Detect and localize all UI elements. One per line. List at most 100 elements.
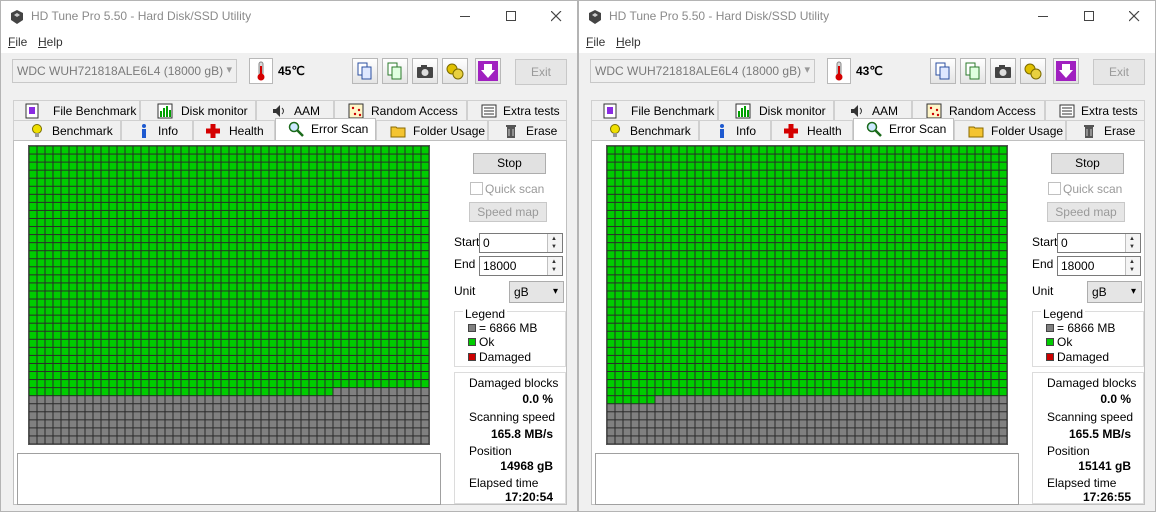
title-bar[interactable]: HD Tune Pro 5.50 - Hard Disk/SSD Utility bbox=[1, 1, 577, 31]
scan-block-ok bbox=[101, 178, 109, 186]
tab-erase[interactable]: Erase bbox=[1066, 120, 1145, 140]
tab-folder-usage[interactable]: Folder Usage bbox=[954, 120, 1066, 140]
scan-block-ok bbox=[623, 355, 631, 363]
scan-block-pending bbox=[935, 436, 943, 444]
speed-map-button[interactable]: Speed map bbox=[1047, 202, 1125, 222]
scan-log-box[interactable] bbox=[17, 453, 441, 505]
tab-error-scan[interactable]: Error Scan bbox=[275, 118, 376, 140]
scan-block-ok bbox=[727, 380, 735, 388]
drive-select[interactable]: WDC WUH721818ALE6L4 (18000 gB) ▾ bbox=[590, 59, 815, 83]
tab-disk-monitor[interactable]: Disk monitor bbox=[140, 100, 256, 120]
tab-random-access[interactable]: Random Access bbox=[912, 100, 1045, 120]
exit-button[interactable]: Exit bbox=[1093, 59, 1145, 85]
unit-select[interactable]: gB ▾ bbox=[1087, 281, 1142, 303]
scan-block-ok bbox=[631, 291, 639, 299]
tab-erase[interactable]: Erase bbox=[488, 120, 567, 140]
tab-extra-tests[interactable]: Extra tests bbox=[1045, 100, 1145, 120]
stop-button[interactable]: Stop bbox=[473, 153, 546, 174]
scan-block-ok bbox=[141, 178, 149, 186]
scan-block-ok bbox=[349, 170, 357, 178]
error-scan-map bbox=[606, 145, 1008, 445]
copy-info-button[interactable] bbox=[352, 58, 378, 84]
screenshot-button[interactable] bbox=[412, 58, 438, 84]
scan-block-ok bbox=[309, 339, 317, 347]
minimize-button[interactable] bbox=[1020, 1, 1066, 31]
tab-info[interactable]: Info bbox=[699, 120, 771, 140]
options-button[interactable] bbox=[442, 58, 468, 84]
scan-block-ok bbox=[927, 154, 935, 162]
spin-arrows-icon[interactable]: ▲ ▼ bbox=[547, 257, 562, 275]
tab-health[interactable]: Health bbox=[193, 120, 275, 140]
save-button[interactable] bbox=[475, 58, 501, 84]
tab-health[interactable]: Health bbox=[771, 120, 853, 140]
unit-select[interactable]: gB ▾ bbox=[509, 281, 564, 303]
close-button[interactable] bbox=[533, 1, 577, 31]
scan-block-pending bbox=[173, 428, 181, 436]
copy-info-button[interactable] bbox=[930, 58, 956, 84]
menu-help[interactable]: Help bbox=[616, 35, 641, 49]
drive-select[interactable]: WDC WUH721818ALE6L4 (18000 gB) ▾ bbox=[12, 59, 237, 83]
scan-block-ok bbox=[261, 243, 269, 251]
spin-arrows-icon[interactable]: ▲ ▼ bbox=[547, 234, 562, 252]
menu-help[interactable]: Help bbox=[38, 35, 63, 49]
scan-block-ok bbox=[719, 235, 727, 243]
scan-block-ok bbox=[783, 299, 791, 307]
tab-aam[interactable]: AAM bbox=[834, 100, 912, 120]
scan-block-ok bbox=[301, 202, 309, 210]
tab-error-scan[interactable]: Error Scan bbox=[853, 118, 954, 140]
tab-benchmark[interactable]: Benchmark bbox=[591, 120, 699, 140]
scan-block-ok bbox=[389, 347, 397, 355]
screenshot-button[interactable] bbox=[990, 58, 1016, 84]
scan-block-ok bbox=[759, 275, 767, 283]
spin-arrows-icon[interactable]: ▲ ▼ bbox=[1125, 234, 1140, 252]
tab-disk-monitor[interactable]: Disk monitor bbox=[718, 100, 834, 120]
scan-block-ok bbox=[959, 243, 967, 251]
end-input[interactable]: 18000 ▲ ▼ bbox=[479, 256, 563, 276]
tab-file-benchmark[interactable]: File Benchmark bbox=[13, 100, 140, 120]
tab-file-benchmark[interactable]: File Benchmark bbox=[591, 100, 718, 120]
options-button[interactable] bbox=[1020, 58, 1046, 84]
scan-log-box[interactable] bbox=[595, 453, 1019, 505]
tab-extra-tests[interactable]: Extra tests bbox=[467, 100, 567, 120]
start-input[interactable]: 0 ▲ ▼ bbox=[1057, 233, 1141, 253]
scan-block-ok bbox=[173, 275, 181, 283]
quick-scan-checkbox[interactable] bbox=[470, 182, 483, 195]
tab-benchmark[interactable]: Benchmark bbox=[13, 120, 121, 140]
maximize-button[interactable] bbox=[1066, 1, 1112, 31]
end-input[interactable]: 18000 ▲ ▼ bbox=[1057, 256, 1141, 276]
scan-block-ok bbox=[149, 267, 157, 275]
stop-button[interactable]: Stop bbox=[1051, 153, 1124, 174]
scan-block-ok bbox=[631, 347, 639, 355]
exit-button[interactable]: Exit bbox=[515, 59, 567, 85]
scan-block-ok bbox=[911, 315, 919, 323]
scan-block-ok bbox=[911, 323, 919, 331]
tab-aam[interactable]: AAM bbox=[256, 100, 334, 120]
title-bar[interactable]: HD Tune Pro 5.50 - Hard Disk/SSD Utility bbox=[579, 1, 1155, 31]
tab-info[interactable]: Info bbox=[121, 120, 193, 140]
scan-block-ok bbox=[863, 227, 871, 235]
scan-block-pending bbox=[181, 428, 189, 436]
copy-report-button[interactable] bbox=[382, 58, 408, 84]
speed-map-button[interactable]: Speed map bbox=[469, 202, 547, 222]
minimize-button[interactable] bbox=[442, 1, 488, 31]
scan-block-ok bbox=[165, 210, 173, 218]
spin-arrows-icon[interactable]: ▲ ▼ bbox=[1125, 257, 1140, 275]
scan-block-ok bbox=[373, 154, 381, 162]
chevron-down-icon: ▾ bbox=[804, 64, 810, 76]
scan-block-ok bbox=[157, 380, 165, 388]
save-button[interactable] bbox=[1053, 58, 1079, 84]
scan-block-pending bbox=[373, 436, 381, 444]
scan-block-pending bbox=[365, 428, 373, 436]
copy-report-button[interactable] bbox=[960, 58, 986, 84]
start-input[interactable]: 0 ▲ ▼ bbox=[479, 233, 563, 253]
tab-random-access[interactable]: Random Access bbox=[334, 100, 467, 120]
close-button[interactable] bbox=[1111, 1, 1155, 31]
tab-folder-usage[interactable]: Folder Usage bbox=[376, 120, 488, 140]
scan-block-ok bbox=[293, 339, 301, 347]
scan-block-ok bbox=[903, 251, 911, 259]
scan-block-ok bbox=[871, 291, 879, 299]
maximize-button[interactable] bbox=[488, 1, 534, 31]
menu-file[interactable]: File bbox=[8, 35, 27, 49]
quick-scan-checkbox[interactable] bbox=[1048, 182, 1061, 195]
menu-file[interactable]: File bbox=[586, 35, 605, 49]
